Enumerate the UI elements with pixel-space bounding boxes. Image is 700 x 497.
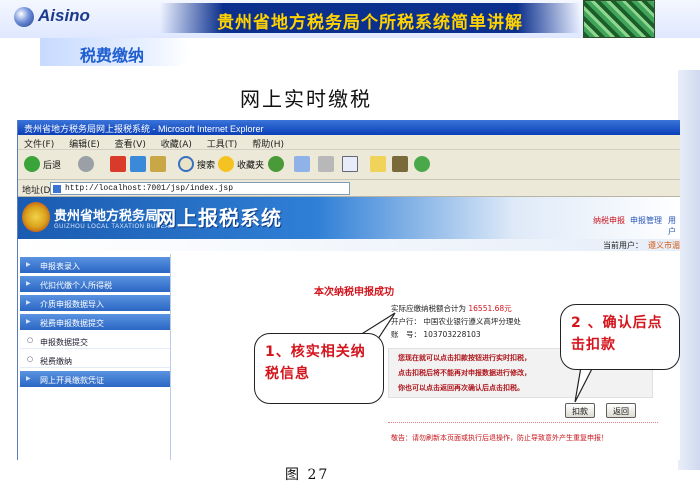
star-icon <box>218 156 234 172</box>
search-button[interactable]: 搜索 <box>178 156 215 172</box>
sidebar-item-withholding[interactable]: 代扣代缴个人所得税 <box>20 276 170 292</box>
address-bar: 地址(D) http://localhost:7001/jsp/index.js… <box>18 180 680 197</box>
nav-user[interactable]: 用户 <box>668 215 680 237</box>
bureau-name: 贵州省地方税务局 <box>54 209 159 224</box>
tax-emblem-icon <box>22 202 50 232</box>
refresh-button[interactable] <box>130 156 149 172</box>
amount-value: 16551.68元 <box>468 304 512 313</box>
menu-tools[interactable]: 工具(T) <box>207 140 238 150</box>
nav-declare-manage[interactable]: 申报管理 <box>630 215 662 226</box>
bank-value: 中国农业银行遵义高坪分理处 <box>423 317 521 326</box>
back-arrow-icon <box>24 156 40 172</box>
home-button[interactable] <box>150 156 169 172</box>
edit-button[interactable] <box>342 156 361 172</box>
mail-button[interactable] <box>294 156 313 172</box>
amount-line: 实际应缴纳税额合计为 16551.68元 <box>391 303 512 314</box>
system-name: 网上报税系统 <box>156 206 282 230</box>
back-button-page[interactable]: 返回 <box>606 403 636 418</box>
stop-icon <box>110 156 126 172</box>
word-icon <box>342 156 358 172</box>
sidebar: 申报表录入 代扣代缴个人所得税 介质申报数据导入 税费申报数据提交 申报数据提交… <box>18 254 171 460</box>
back-button[interactable]: 后退 <box>24 156 61 172</box>
address-input[interactable]: http://localhost:7001/jsp/index.jsp <box>50 182 350 195</box>
section-label: 税费缴纳 <box>80 46 145 65</box>
sidebar-item-import[interactable]: 介质申报数据导入 <box>20 295 170 311</box>
research-button[interactable] <box>392 156 411 172</box>
success-title: 本次纳税申报成功 <box>314 287 394 298</box>
aisino-logo-icon <box>14 7 34 27</box>
browser-screenshot: 贵州省地方税务局网上报税系统 - Microsoft Internet Expl… <box>17 120 680 460</box>
menu-edit[interactable]: 编辑(E) <box>69 140 100 150</box>
sidebar-item-submit[interactable]: 申报数据提交 <box>20 333 170 349</box>
sidebar-item-entry[interactable]: 申报表录入 <box>20 257 170 273</box>
aisino-logo: Aisino <box>38 6 90 25</box>
user-bar: 当前用户： 遵义市湄 <box>18 239 680 251</box>
nav-tax-declare[interactable]: 纳税申报 <box>593 215 625 226</box>
deduct-button[interactable]: 扣款 <box>565 403 595 418</box>
menu-file[interactable]: 文件(F) <box>24 140 54 150</box>
home-icon <box>150 156 166 172</box>
decorative-image <box>583 0 655 38</box>
divider <box>388 422 658 423</box>
favorites-button[interactable]: 收藏夹 <box>218 156 264 172</box>
forward-arrow-icon <box>78 156 94 172</box>
sidebar-item-submit-group[interactable]: 税费申报数据提交 <box>20 314 170 330</box>
current-user-value: 遵义市湄 <box>648 241 680 250</box>
account-label: 账 号： <box>391 330 421 339</box>
menu-help[interactable]: 帮助(H) <box>252 140 284 150</box>
bank-line: 开户行： 中国农业银行遵义高坪分理处 <box>391 316 521 327</box>
messenger-icon <box>414 156 430 172</box>
print-icon <box>318 156 334 172</box>
bank-label: 开户行： <box>391 317 421 326</box>
notice-line-1: 您现在就可以点击扣款按钮进行实时扣税， <box>398 354 531 362</box>
search-icon <box>178 156 194 172</box>
current-user-label: 当前用户： <box>603 241 643 250</box>
menu-view[interactable]: 查看(V) <box>115 140 146 150</box>
notice-line-3: 你也可以点击返回再次确认后点击扣税。 <box>398 384 524 392</box>
toolbar: 后退 搜索 收藏夹 <box>18 150 680 180</box>
page-icon <box>53 185 61 193</box>
sidebar-item-voucher[interactable]: 网上开具缴款凭证 <box>20 371 170 387</box>
mail-icon <box>294 156 310 172</box>
sidebar-item-payment[interactable]: 税费缴纳 <box>20 352 170 368</box>
slide-side-strip <box>678 70 700 470</box>
menu-bar: 文件(F) 编辑(E) 查看(V) 收藏(A) 工具(T) 帮助(H) <box>18 135 680 150</box>
amount-label: 实际应缴纳税额合计为 <box>391 304 466 313</box>
history-button[interactable] <box>268 156 287 172</box>
callout-verify: 1、核实相关纳税信息 <box>254 333 384 404</box>
discuss-button[interactable] <box>370 156 389 172</box>
history-icon <box>268 156 284 172</box>
warning-text: 敬告：请勿刷新本页面或执行后退操作，防止导致意外产生重复申报！ <box>391 434 608 442</box>
folder-icon <box>370 156 386 172</box>
window-title: 贵州省地方税务局网上报税系统 - Microsoft Internet Expl… <box>18 120 680 135</box>
callout-confirm: 2 、确认后点击扣款 <box>560 304 680 370</box>
forward-button[interactable] <box>78 156 97 172</box>
stop-button[interactable] <box>110 156 129 172</box>
messenger-button[interactable] <box>414 156 433 172</box>
notice-line-2: 点击扣税后将不能再对申报数据进行修改， <box>398 369 531 377</box>
account-value: 103703228103 <box>423 330 481 339</box>
print-button[interactable] <box>318 156 337 172</box>
menu-favorites[interactable]: 收藏(A) <box>161 140 192 150</box>
refresh-icon <box>130 156 146 172</box>
account-line: 账 号： 103703228103 <box>391 329 481 340</box>
figure-caption: 图 27 <box>285 467 330 483</box>
research-icon <box>392 156 408 172</box>
slide-title: 贵州省地方税务局个所税系统简单讲解 <box>217 13 523 33</box>
page-subtitle: 网上实时缴税 <box>240 87 372 111</box>
